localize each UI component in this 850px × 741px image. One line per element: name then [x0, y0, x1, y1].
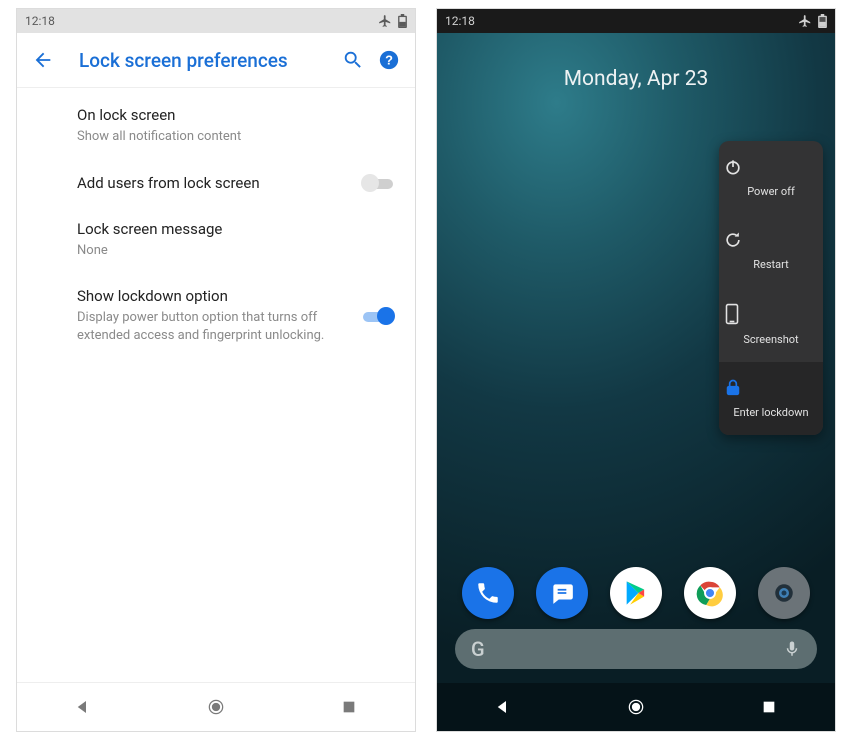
power-item-label: Power off [747, 185, 795, 198]
screenshot-icon [723, 303, 819, 325]
nav-home-button[interactable] [606, 689, 666, 725]
nav-bar [437, 683, 835, 731]
app-camera[interactable] [758, 567, 810, 619]
phone-home: 12:18 Monday, Apr 23 Power off [436, 8, 836, 732]
lock-icon [723, 378, 819, 398]
restart-icon [723, 230, 819, 250]
app-messages[interactable] [536, 567, 588, 619]
app-play-store[interactable] [610, 567, 662, 619]
battery-icon [398, 14, 407, 28]
mic-icon[interactable] [783, 640, 801, 658]
nav-back-button[interactable] [53, 689, 113, 725]
setting-title: On lock screen [77, 106, 383, 124]
settings-title: Lock screen preferences [79, 49, 335, 72]
home-date: Monday, Apr 23 [437, 67, 835, 91]
nav-back-button[interactable] [473, 689, 533, 725]
phone-settings: 12:18 Lock screen preferences ? [16, 8, 416, 732]
status-bar: 12:18 [437, 9, 835, 33]
power-icon [723, 157, 819, 177]
restart-button[interactable]: Restart [719, 214, 823, 287]
nav-recent-button[interactable] [739, 689, 799, 725]
nav-bar [17, 682, 415, 731]
battery-icon [818, 14, 827, 28]
setting-on-lock-screen[interactable]: On lock screen Show all notification con… [17, 92, 415, 160]
setting-add-users[interactable]: Add users from lock screen [17, 160, 415, 206]
enter-lockdown-button[interactable]: Enter lockdown [719, 362, 823, 435]
status-time: 12:18 [445, 14, 475, 28]
power-menu: Power off Restart Screenshot [719, 141, 823, 435]
setting-title: Show lockdown option [77, 287, 349, 305]
google-logo-icon: G [471, 637, 485, 661]
setting-lock-screen-message[interactable]: Lock screen message None [17, 206, 415, 274]
help-button[interactable]: ? [371, 42, 407, 78]
status-bar: 12:18 [17, 9, 415, 33]
setting-subtitle: Display power button option that turns o… [77, 309, 349, 344]
svg-text:?: ? [385, 53, 393, 68]
nav-recent-button[interactable] [319, 689, 379, 725]
app-dock [451, 567, 821, 619]
setting-subtitle: Show all notification content [77, 128, 383, 146]
search-button[interactable] [335, 42, 371, 78]
power-item-label: Restart [753, 258, 788, 271]
toggle-show-lockdown[interactable] [361, 307, 395, 325]
setting-show-lockdown[interactable]: Show lockdown option Display power butto… [17, 273, 415, 358]
nav-home-button[interactable] [186, 689, 246, 725]
power-off-button[interactable]: Power off [719, 141, 823, 214]
setting-title: Lock screen message [77, 220, 383, 238]
app-chrome[interactable] [684, 567, 736, 619]
app-phone[interactable] [462, 567, 514, 619]
power-item-label: Enter lockdown [733, 406, 808, 419]
back-button[interactable] [25, 42, 61, 78]
setting-title: Add users from lock screen [77, 174, 349, 192]
setting-subtitle: None [77, 242, 383, 260]
screenshot-button[interactable]: Screenshot [719, 287, 823, 362]
settings-list: On lock screen Show all notification con… [17, 88, 415, 358]
google-search-bar[interactable]: G [455, 629, 817, 669]
power-item-label: Screenshot [743, 333, 798, 346]
toggle-add-users[interactable] [361, 174, 395, 192]
status-time: 12:18 [25, 14, 55, 28]
airplane-mode-icon [378, 14, 392, 28]
airplane-mode-icon [798, 14, 812, 28]
home-wallpaper[interactable]: Monday, Apr 23 Power off Restart [437, 33, 835, 731]
screenshot-pair: 12:18 Lock screen preferences ? [0, 0, 850, 741]
settings-header: Lock screen preferences ? [17, 33, 415, 88]
